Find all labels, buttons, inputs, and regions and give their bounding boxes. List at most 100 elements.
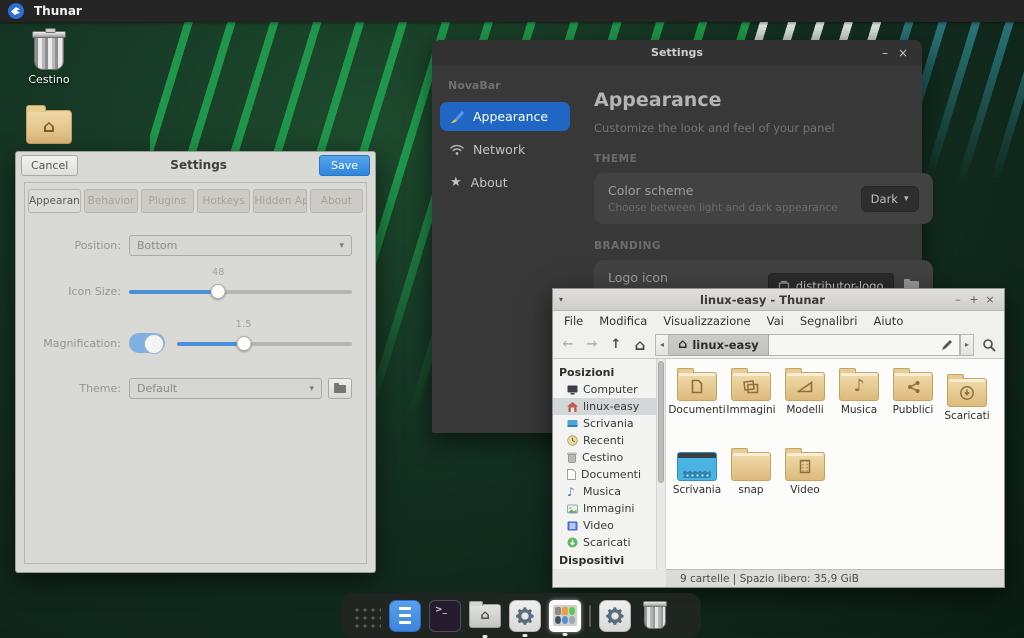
home-button[interactable]: ⌂: [629, 334, 651, 356]
file-label: Pubblici: [893, 404, 934, 416]
path-empty-area[interactable]: [769, 334, 960, 356]
position-dropdown[interactable]: Bottom ▾: [129, 235, 352, 256]
trash-icon: [567, 452, 577, 463]
sidebar-item-computer[interactable]: Computer: [553, 381, 656, 398]
menu-go[interactable]: Vai: [760, 312, 791, 330]
tab-about[interactable]: About: [310, 189, 363, 213]
search-icon: [982, 338, 996, 352]
document-emblem-icon: [691, 379, 703, 394]
dock-item-panel-preferences[interactable]: [389, 600, 421, 632]
file-modelli[interactable]: Modelli: [778, 365, 832, 431]
thunar-statusbar: 9 cartelle | Spazio libero: 35,9 GiB: [666, 569, 1004, 587]
scrollbar-thumb[interactable]: [658, 361, 664, 483]
back-button[interactable]: ←: [557, 334, 579, 356]
path-scroll-left-button[interactable]: ◂: [655, 334, 669, 356]
sidebar-item-documents[interactable]: Documenti: [553, 466, 656, 483]
window-menu-icon[interactable]: ▾: [559, 295, 575, 304]
file-scrivania[interactable]: Scrivania: [670, 445, 724, 511]
dock-item-settings[interactable]: [509, 600, 541, 632]
file-snap[interactable]: snap: [724, 445, 778, 511]
forward-button[interactable]: →: [581, 334, 603, 356]
file-pubblici[interactable]: Pubblici: [886, 365, 940, 431]
sidebar-item-videos[interactable]: Video: [553, 517, 656, 534]
gear-icon: [604, 605, 626, 627]
color-scheme-subtitle: Choose between light and dark appearance: [608, 202, 861, 214]
tab-appearance[interactable]: Appearance: [28, 189, 81, 213]
file-scaricati[interactable]: Scaricati: [940, 371, 994, 437]
dock-item-terminal[interactable]: >_: [429, 600, 461, 632]
position-value: Bottom: [137, 239, 177, 252]
sidebar-item-label: Scrivania: [583, 417, 634, 430]
settings-manager-icon: [553, 605, 577, 626]
cancel-button[interactable]: Cancel: [21, 155, 78, 176]
slider-fill: [129, 290, 218, 294]
color-scheme-dropdown[interactable]: Dark ▾: [861, 186, 919, 212]
distributor-logo-icon[interactable]: [8, 3, 24, 19]
sidebar-item-home[interactable]: linux-easy: [553, 398, 656, 415]
minimize-icon[interactable]: –: [876, 46, 894, 60]
dock-drag-handle[interactable]: [351, 604, 381, 628]
sidebar-item-label: Documenti: [581, 468, 641, 481]
slider-thumb[interactable]: [236, 336, 251, 351]
theme-label: Theme:: [39, 382, 121, 395]
sidebar-item-pictures[interactable]: Immagini: [553, 500, 656, 517]
sidebar-item-trash[interactable]: Cestino: [553, 449, 656, 466]
novabar-app-name: NovaBar: [448, 79, 570, 92]
icon-size-slider[interactable]: 48: [129, 278, 352, 304]
tab-behavior[interactable]: Behavior: [84, 189, 137, 213]
sidebar-item-desktop[interactable]: Scrivania: [553, 415, 656, 432]
file-immagini[interactable]: Immagini: [724, 365, 778, 431]
sidebar-item-label: linux-easy: [583, 400, 639, 413]
sidebar-scrollbar[interactable]: [657, 359, 666, 569]
file-documenti[interactable]: Documenti: [670, 365, 724, 431]
magnification-toggle[interactable]: [129, 333, 165, 353]
sidebar-item-label: Cestino: [582, 451, 623, 464]
slider-thumb[interactable]: [211, 284, 226, 299]
up-button[interactable]: ↑: [605, 334, 627, 356]
menu-bookmarks[interactable]: Segnalibri: [793, 312, 865, 330]
nav-item-network[interactable]: Network: [440, 135, 570, 164]
sidebar-item-recent[interactable]: Recenti: [553, 432, 656, 449]
path-scroll-right-button[interactable]: ▸: [960, 334, 974, 356]
file-musica[interactable]: ♪ Musica: [832, 365, 886, 431]
panel-bars-icon: [399, 614, 411, 617]
close-icon[interactable]: ×: [982, 293, 998, 306]
logo-icon-title: Logo icon: [608, 270, 768, 285]
sidebar-item-downloads[interactable]: Scaricati: [553, 534, 656, 551]
dock-item-file-manager[interactable]: ⌂: [469, 600, 501, 632]
theme-file-browse-button[interactable]: [328, 378, 352, 399]
tab-hotkeys[interactable]: Hotkeys: [197, 189, 250, 213]
magnification-slider[interactable]: 1.5: [177, 330, 352, 356]
edit-pencil-icon[interactable]: [941, 339, 953, 351]
save-button[interactable]: Save: [319, 155, 370, 176]
gear-icon: [514, 605, 536, 627]
folder-home-icon: ⌂: [469, 604, 501, 628]
sidebar-item-music[interactable]: ♪ Musica: [553, 483, 656, 500]
close-icon[interactable]: ×: [894, 46, 912, 60]
theme-dropdown[interactable]: Default ▾: [129, 378, 322, 399]
dock-item-settings-manager[interactable]: [549, 600, 581, 632]
icon-size-label: Icon Size:: [39, 285, 121, 298]
dock-item-trash[interactable]: [639, 600, 671, 632]
menu-edit[interactable]: Modifica: [592, 312, 654, 330]
desktop-icon-trash[interactable]: Cestino: [19, 34, 79, 86]
maximize-icon[interactable]: +: [966, 293, 982, 306]
file-video[interactable]: Video: [778, 445, 832, 511]
desktop-dock-dots: [683, 471, 711, 478]
minimize-icon[interactable]: –: [950, 293, 966, 306]
position-label: Position:: [39, 239, 121, 252]
menu-help[interactable]: Aiuto: [866, 312, 910, 330]
tab-plugins[interactable]: Plugins: [141, 189, 194, 213]
path-crumb-current[interactable]: ⌂ linux-easy: [669, 334, 769, 356]
dock-item-settings-2[interactable]: [599, 600, 631, 632]
nav-item-appearance[interactable]: Appearance: [440, 102, 570, 131]
search-button[interactable]: [978, 334, 1000, 356]
menu-file[interactable]: File: [557, 312, 590, 330]
tab-hidden-apps[interactable]: Hidden Apps: [253, 189, 306, 213]
nav-item-about[interactable]: ★ About: [440, 168, 570, 197]
thunar-title: linux-easy - Thunar: [575, 293, 950, 307]
folder-icon: [947, 378, 987, 407]
desktop-icon-home-folder[interactable]: ⌂: [19, 110, 79, 144]
menu-view[interactable]: Visualizzazione: [656, 312, 757, 330]
music-note-icon: ♪: [567, 486, 578, 498]
